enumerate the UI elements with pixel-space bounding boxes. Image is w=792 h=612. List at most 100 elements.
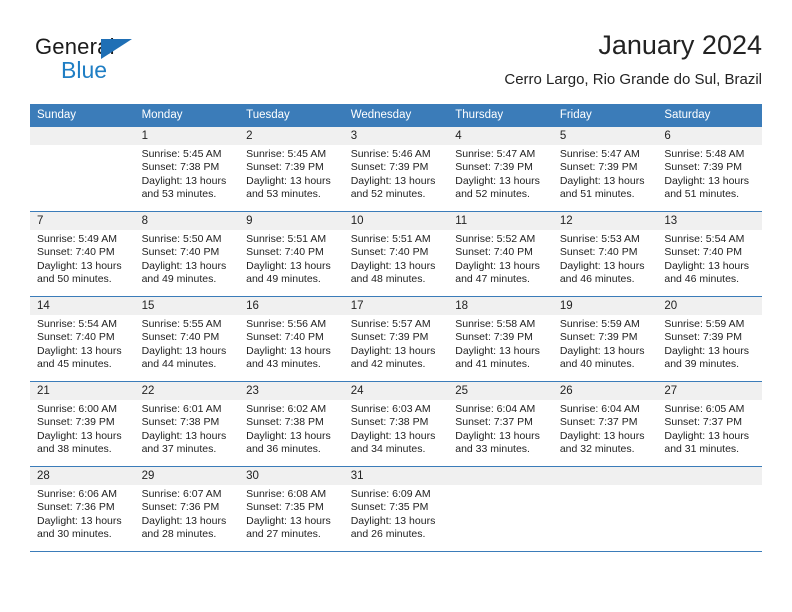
sunset-text: Sunset: 7:38 PM — [141, 161, 220, 174]
day-cell[interactable]: 14 Sunrise: 5:54 AM Sunset: 7:40 PM Dayligh… — [30, 297, 135, 381]
day-number: 2 — [239, 127, 344, 145]
sunrise-text: Sunrise: 5:45 AM — [246, 148, 327, 160]
day-cell[interactable]: 20 Sunrise: 5:59 AM Sunset: 7:39 PM Dayligh… — [657, 297, 762, 381]
day-number: 25 — [448, 382, 553, 400]
calendar-week-row: 21 Sunrise: 6:00 AM Sunset: 7:39 PM Dayligh… — [30, 381, 762, 467]
sunrise-text: Sunrise: 6:09 AM — [350, 488, 431, 500]
calendar-cell: 20 Sunrise: 5:59 AM Sunset: 7:39 PM Dayligh… — [657, 296, 762, 382]
day-cell[interactable]: 31 Sunrise: 6:09 AM Sunset: 7:35 PM Dayligh… — [343, 467, 449, 551]
day-details — [30, 145, 135, 148]
day-cell[interactable]: 25 Sunrise: 6:04 AM Sunset: 7:37 PM Dayligh… — [448, 382, 553, 466]
daylight-text-line2: and 45 minutes. — [37, 358, 112, 371]
day-cell[interactable]: 13 Sunrise: 5:54 AM Sunset: 7:40 PM Dayligh… — [657, 212, 762, 296]
daylight-text-line2: and 34 minutes. — [350, 443, 426, 456]
day-details: Sunrise: 5:48 AM Sunset: 7:39 PM Daylight:… — [657, 145, 762, 202]
calendar-cell: 19 Sunrise: 5:59 AM Sunset: 7:39 PM Dayligh… — [552, 296, 658, 382]
sunrise-text: Sunrise: 5:49 AM — [37, 233, 117, 245]
day-cell[interactable]: 23 Sunrise: 6:02 AM Sunset: 7:38 PM Dayligh… — [239, 382, 344, 466]
day-details: Sunrise: 5:57 AM Sunset: 7:39 PM Daylight:… — [344, 315, 449, 372]
day-cell[interactable]: 24 Sunrise: 6:03 AM Sunset: 7:38 PM Dayligh… — [343, 382, 449, 466]
day-cell[interactable]: 1 Sunrise: 5:45 AM Sunset: 7:38 PM Daylight… — [134, 127, 240, 211]
day-cell[interactable]: 22 Sunrise: 6:01 AM Sunset: 7:38 PM Dayligh… — [134, 382, 240, 466]
day-cell[interactable]: 3 Sunrise: 5:46 AM Sunset: 7:39 PM Daylight… — [343, 127, 449, 211]
day-number: 7 — [30, 212, 135, 230]
day-details: Sunrise: 5:58 AM Sunset: 7:39 PM Daylight:… — [448, 315, 553, 372]
day-cell[interactable]: 7 Sunrise: 5:49 AM Sunset: 7:40 PM Daylight… — [30, 212, 135, 296]
daylight-text-line2: and 42 minutes. — [350, 358, 426, 371]
day-cell[interactable]: 29 Sunrise: 6:07 AM Sunset: 7:36 PM Dayligh… — [134, 467, 240, 551]
calendar-week-row: 28 Sunrise: 6:06 AM Sunset: 7:36 PM Dayligh… — [30, 466, 762, 552]
day-cell-empty — [30, 127, 135, 211]
day-cell[interactable]: 27 Sunrise: 6:05 AM Sunset: 7:37 PM Dayligh… — [657, 382, 762, 466]
daylight-text-line1: Daylight: 13 hours — [141, 514, 227, 527]
day-cell[interactable]: 19 Sunrise: 5:59 AM Sunset: 7:39 PM Dayligh… — [552, 297, 658, 381]
day-cell[interactable]: 4 Sunrise: 5:47 AM Sunset: 7:39 PM Daylight… — [448, 127, 553, 211]
day-cell[interactable]: 21 Sunrise: 6:00 AM Sunset: 7:39 PM Dayligh… — [30, 382, 135, 466]
day-cell[interactable]: 12 Sunrise: 5:53 AM Sunset: 7:40 PM Dayligh… — [552, 212, 658, 296]
daylight-text-line1: Daylight: 13 hours — [246, 344, 331, 357]
daylight-text-line1: Daylight: 13 hours — [37, 429, 122, 442]
calendar-cell: 11 Sunrise: 5:52 AM Sunset: 7:40 PM Dayligh… — [448, 211, 553, 297]
day-number: 22 — [134, 382, 240, 400]
daylight-text-line1: Daylight: 13 hours — [350, 514, 436, 527]
sunrise-text: Sunrise: 5:46 AM — [350, 148, 431, 160]
day-details: Sunrise: 5:45 AM Sunset: 7:38 PM Daylight:… — [135, 145, 240, 202]
daylight-text-line2: and 32 minutes. — [559, 443, 635, 456]
day-details — [448, 485, 553, 488]
day-details: Sunrise: 6:01 AM Sunset: 7:38 PM Daylight:… — [135, 400, 240, 457]
calendar-cell: 23 Sunrise: 6:02 AM Sunset: 7:38 PM Dayligh… — [239, 381, 344, 467]
day-number — [657, 467, 762, 485]
day-number: 16 — [239, 297, 344, 315]
sunset-text: Sunset: 7:36 PM — [37, 501, 115, 514]
day-cell[interactable]: 30 Sunrise: 6:08 AM Sunset: 7:35 PM Dayligh… — [239, 467, 344, 551]
sunset-text: Sunset: 7:39 PM — [559, 161, 638, 174]
day-details: Sunrise: 6:04 AM Sunset: 7:37 PM Daylight:… — [553, 400, 658, 457]
day-number: 8 — [134, 212, 240, 230]
weekday-header-friday: Friday — [552, 104, 658, 127]
day-number: 30 — [239, 467, 344, 485]
day-cell[interactable]: 2 Sunrise: 5:45 AM Sunset: 7:39 PM Daylight… — [239, 127, 344, 211]
daylight-text-line2: and 27 minutes. — [246, 528, 321, 541]
sunset-text: Sunset: 7:40 PM — [350, 246, 429, 259]
day-cell[interactable]: 6 Sunrise: 5:48 AM Sunset: 7:39 PM Daylight… — [657, 127, 762, 211]
sunset-text: Sunset: 7:37 PM — [559, 416, 638, 429]
sunset-text: Sunset: 7:40 PM — [246, 246, 324, 259]
sunrise-text: Sunrise: 5:45 AM — [141, 148, 222, 160]
sunset-text: Sunset: 7:35 PM — [246, 501, 324, 514]
daylight-text-line2: and 31 minutes. — [664, 443, 740, 456]
day-cell[interactable]: 10 Sunrise: 5:51 AM Sunset: 7:40 PM Dayligh… — [343, 212, 449, 296]
page-header: General Blue January 2024 Cerro Largo, R… — [30, 28, 762, 94]
day-cell[interactable]: 9 Sunrise: 5:51 AM Sunset: 7:40 PM Daylight… — [239, 212, 344, 296]
weekday-header-wednesday: Wednesday — [343, 104, 449, 127]
calendar-cell: 30 Sunrise: 6:08 AM Sunset: 7:35 PM Dayligh… — [239, 466, 344, 552]
weekday-header-monday: Monday — [134, 104, 240, 127]
day-number: 11 — [448, 212, 553, 230]
sunset-text: Sunset: 7:40 PM — [141, 246, 220, 259]
day-details: Sunrise: 5:54 AM Sunset: 7:40 PM Daylight:… — [30, 315, 135, 372]
sunset-text: Sunset: 7:40 PM — [559, 246, 638, 259]
daylight-text-line2: and 51 minutes. — [559, 188, 635, 201]
sunrise-text: Sunrise: 6:03 AM — [350, 403, 431, 415]
daylight-text-line2: and 50 minutes. — [37, 273, 112, 286]
day-cell[interactable]: 11 Sunrise: 5:52 AM Sunset: 7:40 PM Dayligh… — [448, 212, 553, 296]
sunset-text: Sunset: 7:40 PM — [37, 331, 115, 344]
day-cell[interactable]: 16 Sunrise: 5:56 AM Sunset: 7:40 PM Dayligh… — [239, 297, 344, 381]
day-cell[interactable]: 5 Sunrise: 5:47 AM Sunset: 7:39 PM Daylight… — [552, 127, 658, 211]
sunrise-text: Sunrise: 6:04 AM — [455, 403, 536, 415]
day-details: Sunrise: 5:50 AM Sunset: 7:40 PM Daylight:… — [135, 230, 240, 287]
daylight-text-line1: Daylight: 13 hours — [141, 344, 227, 357]
day-details: Sunrise: 5:51 AM Sunset: 7:40 PM Daylight:… — [344, 230, 449, 287]
sunset-text: Sunset: 7:37 PM — [455, 416, 533, 429]
calendar-week-row: 7 Sunrise: 5:49 AM Sunset: 7:40 PM Daylight… — [30, 211, 762, 297]
day-cell[interactable]: 18 Sunrise: 5:58 AM Sunset: 7:39 PM Dayligh… — [448, 297, 553, 381]
day-number: 20 — [657, 297, 762, 315]
sunrise-text: Sunrise: 5:59 AM — [664, 318, 745, 330]
day-cell[interactable]: 15 Sunrise: 5:55 AM Sunset: 7:40 PM Dayligh… — [134, 297, 240, 381]
sunrise-text: Sunrise: 5:54 AM — [664, 233, 745, 245]
day-cell[interactable]: 8 Sunrise: 5:50 AM Sunset: 7:40 PM Daylight… — [134, 212, 240, 296]
day-cell[interactable]: 26 Sunrise: 6:04 AM Sunset: 7:37 PM Dayligh… — [552, 382, 658, 466]
day-cell[interactable]: 17 Sunrise: 5:57 AM Sunset: 7:39 PM Dayligh… — [343, 297, 449, 381]
sunrise-text: Sunrise: 5:59 AM — [559, 318, 640, 330]
day-cell[interactable]: 28 Sunrise: 6:06 AM Sunset: 7:36 PM Dayligh… — [30, 467, 135, 551]
general-blue-logo: General Blue — [35, 34, 165, 90]
